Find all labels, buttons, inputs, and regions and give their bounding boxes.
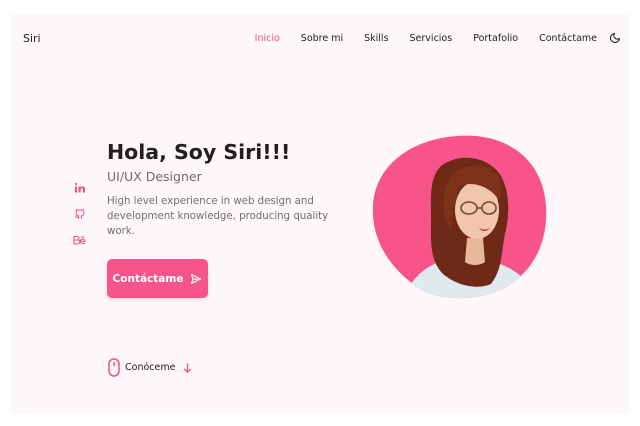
scroll-down-link[interactable]: Conóceme [108, 358, 192, 377]
nav-item-inicio[interactable]: Inicio [255, 33, 280, 44]
send-icon [190, 273, 202, 285]
hero-title: Hola, Soy Siri!!! [107, 140, 291, 164]
main-nav: Inicio Sobre mi Skills Servicios Portafo… [234, 32, 621, 44]
linkedin-icon[interactable] [73, 181, 86, 194]
moon-icon[interactable] [609, 32, 621, 44]
arrow-down-icon [183, 362, 192, 373]
github-icon[interactable] [73, 207, 86, 220]
profile-blob [371, 134, 549, 300]
nav-item-servicios[interactable]: Servicios [410, 33, 453, 44]
scroll-down-label: Conóceme [125, 362, 176, 373]
logo[interactable]: Siri [23, 32, 41, 45]
nav-item-portafolio[interactable]: Portafolio [473, 33, 518, 44]
nav-item-sobre-mi[interactable]: Sobre mi [301, 33, 343, 44]
contact-button-label: Contáctame [112, 272, 184, 285]
hero-description: High level experience in web design and … [107, 196, 329, 237]
nav-item-skills[interactable]: Skills [364, 33, 388, 44]
nav-item-contactame[interactable]: Contáctame [539, 33, 597, 44]
behance-icon[interactable] [73, 233, 86, 246]
hero-subtitle: UI/UX Designer [107, 169, 202, 184]
mouse-icon [108, 358, 120, 377]
social-links [73, 181, 86, 246]
contact-button[interactable]: Contáctame [107, 259, 208, 298]
home-section: Siri Inicio Sobre mi Skills Servicios Po… [11, 14, 629, 414]
